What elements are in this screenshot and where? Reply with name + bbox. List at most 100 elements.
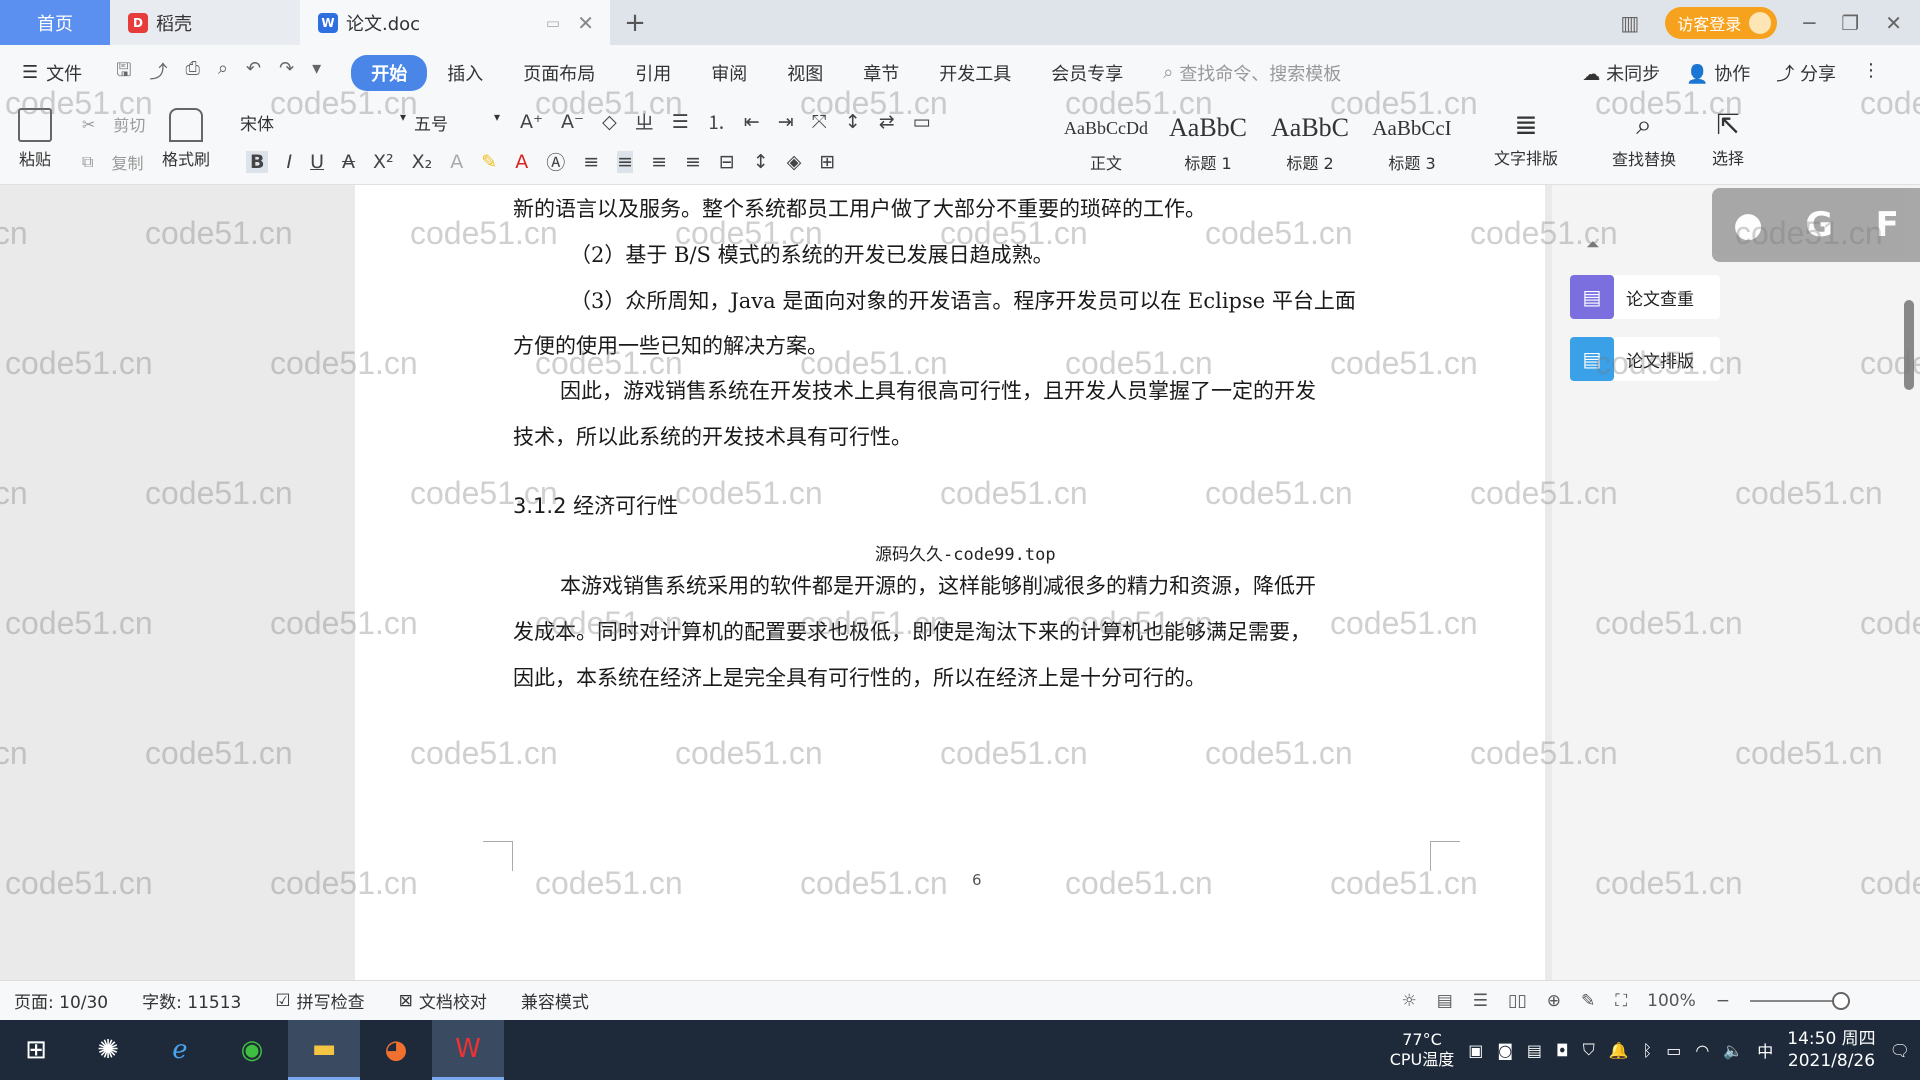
web-view-icon[interactable]: ⊕ bbox=[1547, 991, 1561, 1011]
underline-icon[interactable]: U bbox=[310, 151, 324, 173]
strikethrough-icon[interactable]: A bbox=[342, 151, 355, 173]
restore-icon[interactable]: ❐ bbox=[1841, 11, 1859, 35]
zoom-slider-knob[interactable] bbox=[1832, 991, 1850, 1010]
more-dropdown-icon[interactable]: ▾ bbox=[312, 58, 321, 88]
undo-icon[interactable]: ↶ bbox=[246, 58, 261, 88]
sort-icon[interactable]: ↕ bbox=[845, 111, 861, 133]
menu-page-layout[interactable]: 页面布局 bbox=[503, 55, 615, 91]
tab-document[interactable]: W 论文.doc ▭ ✕ bbox=[300, 0, 610, 45]
wifi-icon[interactable]: ◠ bbox=[1695, 1041, 1709, 1060]
spell-check-button[interactable]: ☑ 拼写检查 bbox=[275, 988, 364, 1014]
char-border-icon[interactable]: Ⓐ bbox=[546, 148, 565, 175]
tab-home[interactable]: 首页 bbox=[0, 0, 110, 45]
g-icon[interactable]: G bbox=[1805, 205, 1833, 245]
pinwheel-app-icon[interactable]: ✺ bbox=[72, 1020, 144, 1080]
game-app-icon[interactable]: ◕ bbox=[360, 1020, 432, 1080]
notification-icon[interactable]: 🗨 bbox=[1890, 1041, 1910, 1060]
bold-icon[interactable]: B bbox=[246, 150, 269, 173]
distribute-icon[interactable]: ⊟ bbox=[719, 151, 735, 173]
font-size-select[interactable]: 五号 ▾ bbox=[414, 110, 504, 136]
tray-app-icon[interactable]: ▤ bbox=[1527, 1041, 1542, 1060]
collaborate-button[interactable]: 👤 协作 bbox=[1686, 60, 1750, 86]
clock[interactable]: 14:50 周四 2021/8/26 bbox=[1787, 1028, 1875, 1072]
share-button[interactable]: ⤴ 分享 bbox=[1776, 60, 1836, 86]
sync-status[interactable]: ☁ 未同步 bbox=[1582, 60, 1660, 86]
page-indicator[interactable]: 页面: 10/30 bbox=[14, 988, 108, 1013]
tray-app-icon[interactable]: ◙ bbox=[1497, 1041, 1513, 1060]
italic-icon[interactable]: I bbox=[286, 151, 292, 173]
shield-icon[interactable]: ⛉ bbox=[1583, 1040, 1595, 1060]
save-icon[interactable]: 🖫 bbox=[116, 58, 131, 88]
superscript-icon[interactable]: X² bbox=[373, 151, 394, 173]
bullet-list-icon[interactable]: ☰ bbox=[672, 111, 689, 133]
paper-check-button[interactable]: ▤ 论文查重 bbox=[1570, 275, 1720, 319]
close-window-icon[interactable]: ✕ bbox=[1885, 11, 1902, 35]
decrease-indent-icon[interactable]: ⇤ bbox=[744, 111, 760, 133]
chinese-layout-icon[interactable]: ⤧ bbox=[812, 111, 827, 133]
print-preview-icon[interactable]: ⌕ bbox=[218, 58, 228, 88]
ruler-icon[interactable]: ▭ bbox=[913, 111, 931, 133]
bluetooth-icon[interactable]: ᛒ bbox=[1643, 1041, 1653, 1060]
floating-toolbar[interactable]: ● G F bbox=[1712, 188, 1920, 262]
font-color-icon[interactable]: A bbox=[515, 151, 528, 173]
shading-icon[interactable]: ◈ bbox=[787, 151, 802, 173]
battery-icon[interactable]: ▭ bbox=[1666, 1041, 1681, 1060]
subscript-icon[interactable]: X₂ bbox=[412, 151, 433, 173]
menu-references[interactable]: 引用 bbox=[615, 55, 691, 91]
ie-browser-icon[interactable]: ℯ bbox=[144, 1020, 216, 1080]
align-left-icon[interactable]: ≡ bbox=[583, 151, 599, 173]
search-command[interactable]: ⌕ 查找命令、搜索模板 bbox=[1163, 60, 1341, 86]
proofread-button[interactable]: ⊠ 文档校对 bbox=[399, 988, 487, 1014]
write-mode-icon[interactable]: ✎ bbox=[1581, 991, 1595, 1011]
menu-view[interactable]: 视图 bbox=[767, 55, 843, 91]
redo-icon[interactable]: ↷ bbox=[279, 58, 294, 88]
format-painter-button[interactable]: 格式刷 bbox=[162, 108, 210, 170]
layout-toggle-icon[interactable]: ▥ bbox=[1620, 11, 1639, 35]
align-center-icon[interactable]: ≡ bbox=[617, 150, 634, 173]
shrink-font-icon[interactable]: A⁻ bbox=[561, 111, 584, 133]
mouse-icon[interactable]: ● bbox=[1733, 205, 1763, 245]
text-layout-button[interactable]: ≣ 文字排版 bbox=[1494, 108, 1558, 169]
menu-insert[interactable]: 插入 bbox=[427, 55, 503, 91]
browser-360-icon[interactable]: ◉ bbox=[216, 1020, 288, 1080]
cpu-temp-widget[interactable]: 77°C CPU温度 bbox=[1390, 1030, 1455, 1070]
input-method-indicator[interactable]: 中 bbox=[1757, 1038, 1773, 1062]
document-canvas[interactable]: 新的语言以及服务。整个系统都员工用户做了大部分不重要的琐碎的工作。 （2）基于 … bbox=[0, 185, 1552, 980]
wps-app-icon[interactable]: W bbox=[432, 1020, 504, 1080]
word-count[interactable]: 字数: 11513 bbox=[142, 988, 241, 1013]
new-tab-button[interactable]: + bbox=[610, 0, 660, 45]
style-normal[interactable]: AaBbCcDd 正文 bbox=[1060, 108, 1152, 174]
guest-login-button[interactable]: 访客登录 bbox=[1665, 6, 1778, 39]
clear-format-icon[interactable]: ◇ bbox=[602, 111, 617, 133]
align-right-icon[interactable]: ≡ bbox=[651, 151, 667, 173]
paste-button[interactable]: 粘贴 bbox=[18, 108, 52, 170]
style-heading-2[interactable]: AaBbC 标题 2 bbox=[1264, 108, 1356, 174]
file-explorer-icon[interactable]: ▬ bbox=[288, 1020, 360, 1080]
fit-page-icon[interactable]: ⛶ bbox=[1615, 991, 1627, 1011]
file-menu[interactable]: ☰ 文件 bbox=[22, 60, 82, 86]
vertical-scrollbar[interactable] bbox=[1904, 300, 1914, 390]
find-replace-button[interactable]: ⌕ 查找替换 bbox=[1612, 108, 1676, 170]
export-icon[interactable]: ⤴ bbox=[149, 58, 167, 88]
monitor-icon[interactable]: ▭ bbox=[546, 14, 560, 32]
menu-chapter[interactable]: 章节 bbox=[843, 55, 919, 91]
more-options-icon[interactable]: ⋮ bbox=[1862, 60, 1880, 86]
style-heading-1[interactable]: AaBbC 标题 1 bbox=[1162, 108, 1254, 174]
zoom-slider[interactable] bbox=[1750, 991, 1850, 1010]
tray-app-icon[interactable]: ◘ bbox=[1556, 1041, 1569, 1060]
bell-icon[interactable]: 🔔 bbox=[1609, 1041, 1629, 1060]
menu-dev-tools[interactable]: 开发工具 bbox=[919, 55, 1031, 91]
windows-start-icon[interactable]: ⊞ bbox=[0, 1020, 72, 1080]
direction-icon[interactable]: ⇄ bbox=[879, 111, 895, 133]
select-button[interactable]: ⇱ 选择 bbox=[1712, 108, 1744, 169]
reading-view-icon[interactable]: ▯▯ bbox=[1508, 991, 1527, 1011]
numbered-list-icon[interactable]: ⒈ bbox=[707, 108, 726, 135]
tab-daoke[interactable]: D 稻壳 bbox=[110, 0, 300, 45]
line-spacing-icon[interactable]: ↕ bbox=[753, 151, 769, 173]
paper-layout-button[interactable]: ▤ 论文排版 bbox=[1570, 337, 1720, 381]
highlight-icon[interactable]: ✎ bbox=[481, 151, 497, 173]
collapse-up-icon[interactable]: ⏶ bbox=[1586, 235, 1600, 255]
minimize-icon[interactable]: ─ bbox=[1803, 11, 1815, 35]
page-view-icon[interactable]: ▤ bbox=[1437, 991, 1453, 1011]
grow-font-icon[interactable]: A⁺ bbox=[520, 111, 543, 133]
